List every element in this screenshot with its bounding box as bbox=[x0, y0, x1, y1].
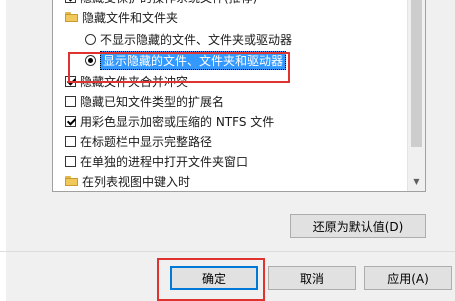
list-item-label: 在列表视图中键入时 bbox=[82, 174, 191, 189]
list-item[interactable]: 在标题栏中显示完整路径 bbox=[53, 131, 408, 151]
list-item-label: 在标题栏中显示完整路径 bbox=[80, 134, 213, 149]
list-item-label: 不显示隐藏的文件、文件夹或驱动器 bbox=[100, 32, 293, 47]
list-item-label: 用彩色显示加密或压缩的 NTFS 文件 bbox=[80, 114, 275, 129]
annotation-highlight-show-hidden bbox=[68, 52, 290, 83]
folder-icon bbox=[65, 12, 78, 22]
dialog-divider bbox=[0, 251, 455, 252]
scroll-down-arrow-icon[interactable]: ▼ bbox=[408, 175, 425, 187]
list-item-label: 在单独的进程中打开文件夹窗口 bbox=[80, 154, 249, 169]
list-item[interactable]: 隐藏文件和文件夹 bbox=[53, 7, 408, 27]
list-item[interactable]: 隐藏受保护的操作系统文件(推荐) bbox=[53, 0, 408, 7]
restore-defaults-button[interactable]: 还原为默认值(D) bbox=[290, 214, 426, 238]
list-item[interactable]: 用彩色显示加密或压缩的 NTFS 文件 bbox=[53, 111, 408, 131]
checkbox-unchecked-icon[interactable] bbox=[65, 155, 76, 167]
apply-button[interactable]: 应用(A) bbox=[364, 266, 452, 290]
checkbox-unchecked-icon[interactable] bbox=[65, 135, 76, 147]
folder-icon bbox=[65, 176, 78, 186]
cancel-button[interactable]: 取消 bbox=[268, 266, 356, 290]
checkbox-checked-icon[interactable] bbox=[65, 115, 76, 127]
list-item[interactable]: 在列表视图中键入时 bbox=[53, 171, 408, 191]
list-item[interactable]: 不显示隐藏的文件、文件夹或驱动器 bbox=[53, 29, 408, 49]
advanced-settings-list[interactable]: 隐藏受保护的操作系统文件(推荐) 隐藏文件和文件夹不显示隐藏的文件、文件夹或驱动器… bbox=[52, 0, 426, 192]
left-edge bbox=[0, 0, 6, 301]
annotation-highlight-ok bbox=[157, 258, 265, 301]
checkbox-unchecked-icon[interactable] bbox=[65, 95, 76, 107]
scrollbar-thumb[interactable] bbox=[411, 0, 422, 147]
list-item[interactable]: 隐藏已知文件类型的扩展名 bbox=[53, 91, 408, 111]
checkbox-checked-icon[interactable] bbox=[65, 0, 76, 3]
vertical-scrollbar[interactable]: ▼ bbox=[407, 0, 425, 191]
list-item[interactable]: 在单独的进程中打开文件夹窗口 bbox=[53, 151, 408, 171]
radio-unselected-icon[interactable] bbox=[85, 33, 96, 45]
list-item-label: 隐藏已知文件类型的扩展名 bbox=[80, 94, 225, 109]
list-item-label: 隐藏受保护的操作系统文件(推荐) bbox=[80, 0, 257, 6]
list-item-label: 隐藏文件和文件夹 bbox=[82, 10, 179, 25]
settings-list-viewport: 隐藏受保护的操作系统文件(推荐) 隐藏文件和文件夹不显示隐藏的文件、文件夹或驱动器… bbox=[53, 0, 408, 191]
